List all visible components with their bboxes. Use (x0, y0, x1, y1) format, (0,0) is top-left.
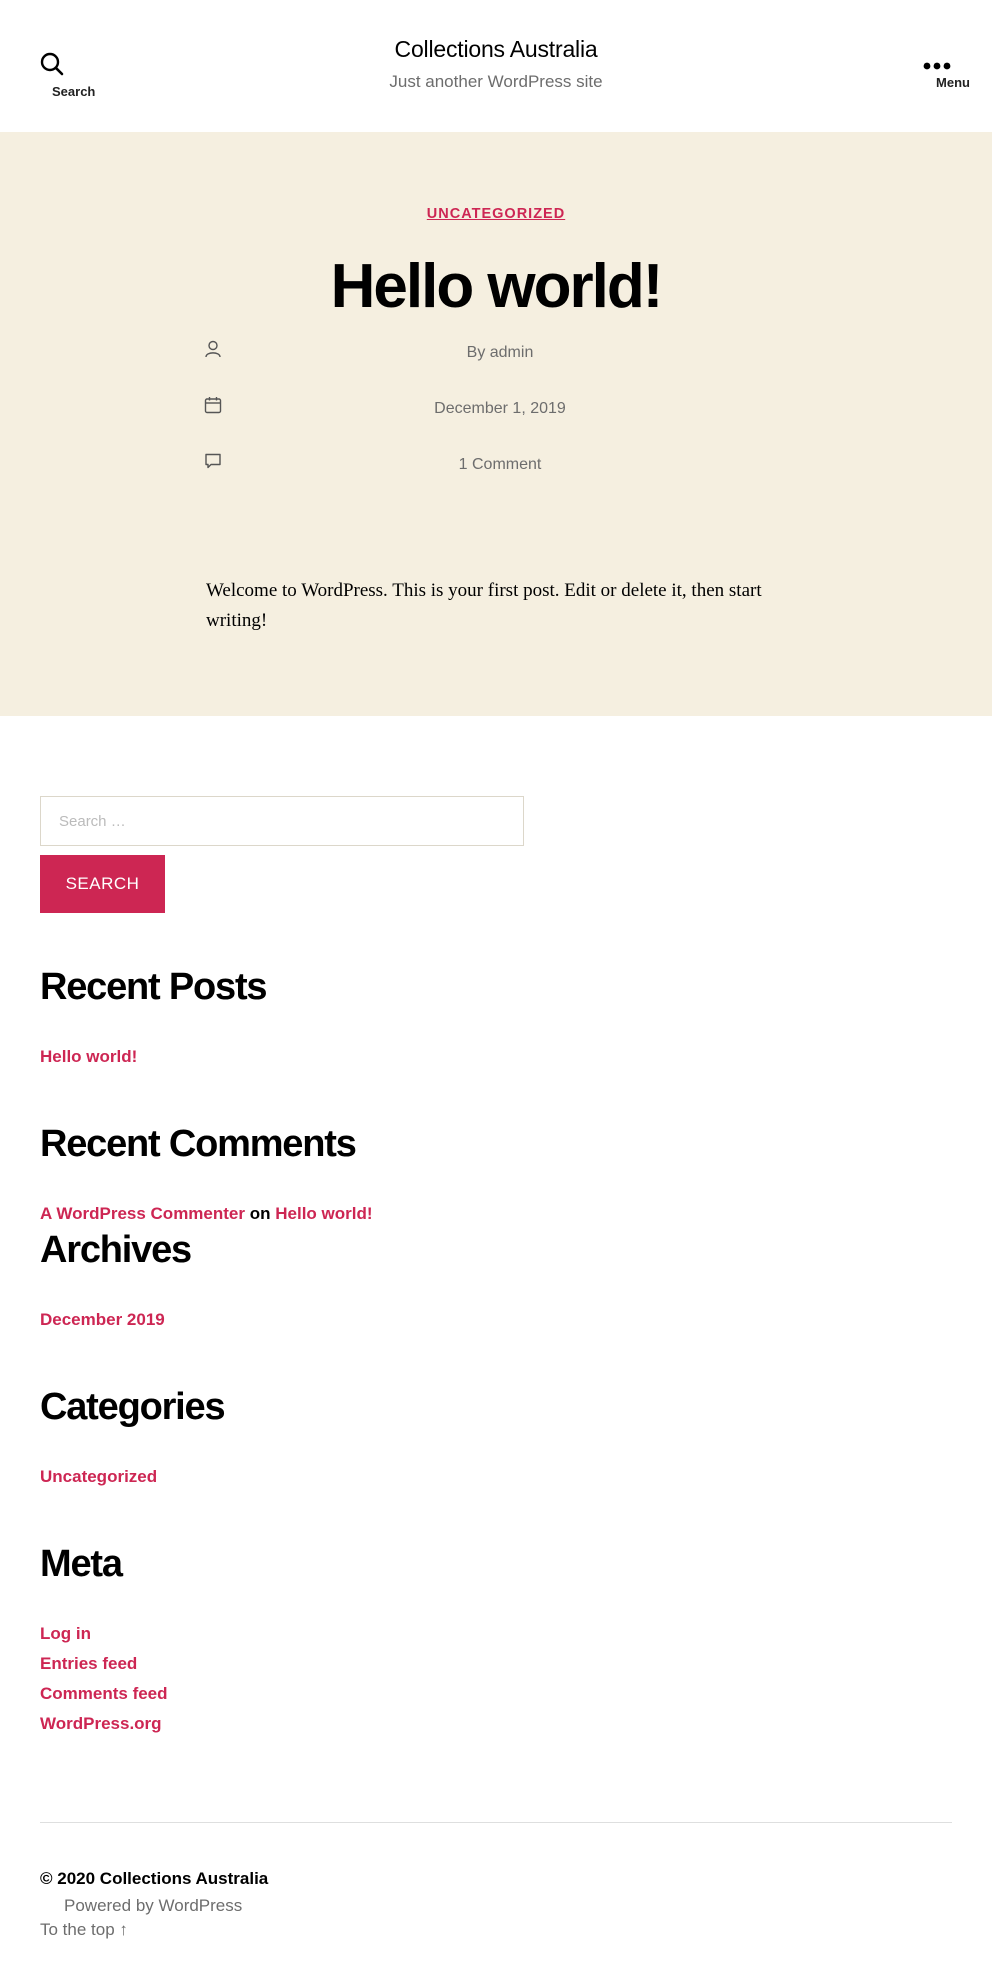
categories-heading: Categories (40, 1386, 226, 1428)
post-author[interactable]: By admin (200, 344, 800, 362)
comment-author-link[interactable]: A WordPress Commenter (40, 1204, 245, 1223)
footer-divider (40, 1822, 952, 1823)
search-input[interactable] (40, 796, 524, 846)
to-top-link[interactable]: To the top ↑ (40, 1920, 128, 1940)
meta-heading: Meta (40, 1543, 123, 1585)
archive-link[interactable]: December 2019 (40, 1310, 165, 1330)
comment-connector: on (249, 1204, 271, 1223)
site-description: Just another WordPress site (389, 72, 603, 91)
footer-copyright[interactable]: © 2020 Collections Australia (40, 1869, 268, 1889)
post-header: Uncategorized Hello world! By admin Dece… (0, 132, 992, 716)
post-date[interactable]: December 1, 2019 (200, 400, 800, 418)
post-content: Welcome to WordPress. This is your first… (206, 580, 762, 631)
comment-post-link[interactable]: Hello world! (275, 1204, 372, 1223)
post-comments-link[interactable]: 1 Comment (200, 456, 800, 474)
post-meta-date: December 1, 2019 (200, 396, 800, 424)
powered-by-link[interactable]: Powered by WordPress (64, 1896, 242, 1916)
category-widget-link[interactable]: Uncategorized (40, 1467, 157, 1487)
ellipsis-icon (923, 62, 951, 70)
archives-heading: Archives (40, 1229, 192, 1271)
recent-comment-item: A WordPress Commenter on Hello world! (40, 1204, 373, 1224)
meta-login-link[interactable]: Log in (40, 1624, 91, 1644)
post-meta-comments: 1 Comment (200, 452, 800, 480)
post-meta-author: By admin (200, 340, 800, 368)
recent-posts-heading: Recent Posts (40, 966, 268, 1008)
post-title: Hello world! (330, 252, 664, 321)
recent-comments-heading: Recent Comments (40, 1123, 357, 1165)
menu-toggle-button[interactable]: Menu (923, 52, 974, 92)
site-title[interactable]: Collections Australia (0, 36, 992, 63)
meta-wordpress-org-link[interactable]: WordPress.org (40, 1714, 162, 1734)
recent-post-link[interactable]: Hello world! (40, 1047, 137, 1067)
site-header: Search Collections Australia Just anothe… (0, 0, 992, 132)
meta-comments-feed-link[interactable]: Comments feed (40, 1684, 168, 1704)
category-link[interactable]: Uncategorized (427, 206, 565, 222)
post-category: Uncategorized (0, 205, 992, 223)
search-submit-button[interactable]: Search (40, 855, 165, 913)
meta-entries-feed-link[interactable]: Entries feed (40, 1654, 137, 1674)
menu-toggle-label: Menu (936, 75, 970, 90)
